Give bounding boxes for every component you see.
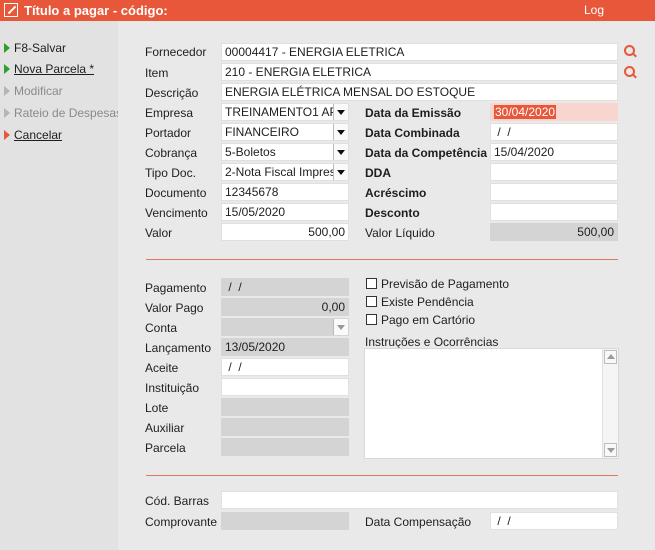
section-divider [146, 475, 618, 476]
main-form: Fornecedor 00004417 - ENERGIA ELETRICA I… [118, 21, 655, 550]
cancel-button[interactable]: Cancelar [4, 126, 62, 144]
play-icon [4, 43, 10, 53]
acrescimo-label: Acréscimo [365, 186, 427, 200]
previsao-pagamento-label: Previsão de Pagamento [381, 277, 510, 291]
documento-label: Documento [145, 186, 207, 200]
pago-cartorio-checkbox[interactable] [366, 314, 377, 325]
desconto-label: Desconto [365, 206, 420, 220]
lote-field [221, 398, 349, 416]
data-compensacao-field[interactable]: / / [490, 512, 618, 530]
empresa-select[interactable]: TREINAMENTO1 APS [221, 103, 349, 121]
data-emissao-field[interactable]: 30/04/2020 [490, 103, 618, 121]
item-field[interactable]: 210 - ENERGIA ELETRICA [221, 63, 618, 81]
aceite-field[interactable]: / / [221, 358, 349, 376]
play-icon [4, 64, 10, 74]
conta-select [221, 318, 349, 336]
comprovante-label: Comprovante [145, 515, 218, 529]
pagamento-field: / / [221, 278, 349, 296]
chevron-down-icon [333, 319, 348, 335]
instituicao-field[interactable] [221, 378, 349, 396]
valor-liquido-label: Valor Líquido [365, 226, 435, 240]
valor-liquido-field: 500,00 [490, 223, 618, 241]
valor-label: Valor [145, 226, 173, 240]
documento-field[interactable]: 12345678 [221, 183, 349, 201]
modify-button[interactable]: Modificar [4, 82, 63, 100]
lancamento-label: Lançamento [145, 341, 212, 355]
fornecedor-label: Fornecedor [145, 45, 207, 59]
play-icon [4, 86, 10, 96]
chevron-down-icon[interactable] [333, 124, 348, 140]
cobranca-label: Cobrança [145, 146, 198, 160]
cod-barras-field[interactable] [221, 491, 618, 509]
pago-cartorio-label: Pago em Cartório [381, 313, 476, 327]
chevron-down-icon[interactable] [333, 164, 348, 180]
action-sidebar: F8-Salvar Nova Parcela * Modificar Ratei… [0, 21, 122, 550]
parcela-label: Parcela [145, 441, 186, 455]
pagamento-label: Pagamento [145, 281, 207, 295]
descricao-field[interactable]: ENERGIA ELÉTRICA MENSAL DO ESTOQUE [221, 83, 618, 101]
valor-pago-label: Valor Pago [145, 301, 204, 315]
aceite-label: Aceite [145, 361, 179, 375]
valor-field[interactable]: 500,00 [221, 223, 349, 241]
cod-barras-label: Cód. Barras [145, 494, 210, 508]
dda-field[interactable] [490, 163, 618, 181]
log-link[interactable]: Log [584, 3, 604, 17]
item-label: Item [145, 66, 169, 80]
parcela-field [221, 438, 349, 456]
search-icon[interactable] [624, 45, 637, 58]
vencimento-field[interactable]: 15/05/2020 [221, 203, 349, 221]
data-compensacao-label: Data Compensação [365, 515, 472, 529]
scrollbar[interactable] [602, 349, 618, 458]
fornecedor-field[interactable]: 00004417 - ENERGIA ELETRICA [221, 43, 618, 61]
auxiliar-field [221, 418, 349, 436]
scroll-down-icon[interactable] [604, 443, 617, 457]
portador-select[interactable]: FINANCEIRO [221, 123, 349, 141]
empresa-label: Empresa [145, 106, 194, 120]
acrescimo-field[interactable] [490, 183, 618, 201]
tipo-doc-label: Tipo Doc. [145, 166, 196, 180]
search-icon[interactable] [624, 66, 637, 79]
data-competencia-label: Data da Competência [365, 146, 488, 160]
tipo-doc-select[interactable]: 2-Nota Fiscal Impressa [221, 163, 349, 181]
portador-label: Portador [145, 126, 192, 140]
desconto-field[interactable] [490, 203, 618, 221]
lote-label: Lote [145, 401, 169, 415]
cobranca-select[interactable]: 5-Boletos [221, 143, 349, 161]
play-icon [4, 108, 10, 118]
expense-apportionment-button[interactable]: Rateio de Despesas [4, 104, 122, 122]
existe-pendencia-label: Existe Pendência [381, 295, 474, 309]
section-divider [146, 259, 618, 260]
data-combinada-field[interactable]: / / [490, 123, 618, 141]
chevron-down-icon[interactable] [333, 104, 348, 120]
instrucoes-textarea[interactable] [364, 348, 619, 459]
descricao-label: Descrição [145, 86, 199, 100]
scroll-up-icon[interactable] [604, 350, 617, 364]
data-competencia-field[interactable]: 15/04/2020 [490, 143, 618, 161]
previsao-pagamento-checkbox[interactable] [366, 278, 377, 289]
app-icon [4, 3, 18, 17]
existe-pendencia-checkbox[interactable] [366, 296, 377, 307]
title-bar: Título a pagar - código: Log [0, 0, 655, 21]
lancamento-field: 13/05/2020 [221, 338, 349, 356]
valor-pago-field: 0,00 [221, 298, 349, 316]
save-button[interactable]: F8-Salvar [4, 39, 66, 57]
data-combinada-label: Data Combinada [365, 126, 460, 140]
vencimento-label: Vencimento [145, 206, 208, 220]
play-icon [4, 130, 10, 140]
dda-label: DDA [365, 166, 391, 180]
window-title: Título a pagar - código: [24, 3, 168, 18]
instrucoes-label: Instruções e Ocorrências [365, 335, 499, 349]
conta-label: Conta [145, 321, 178, 335]
auxiliar-label: Auxiliar [145, 421, 185, 435]
comprovante-field [221, 512, 349, 530]
instituicao-label: Instituição [145, 381, 200, 395]
data-emissao-label: Data da Emissão [365, 106, 462, 120]
new-installment-button[interactable]: Nova Parcela * [4, 60, 94, 78]
chevron-down-icon[interactable] [333, 144, 348, 160]
